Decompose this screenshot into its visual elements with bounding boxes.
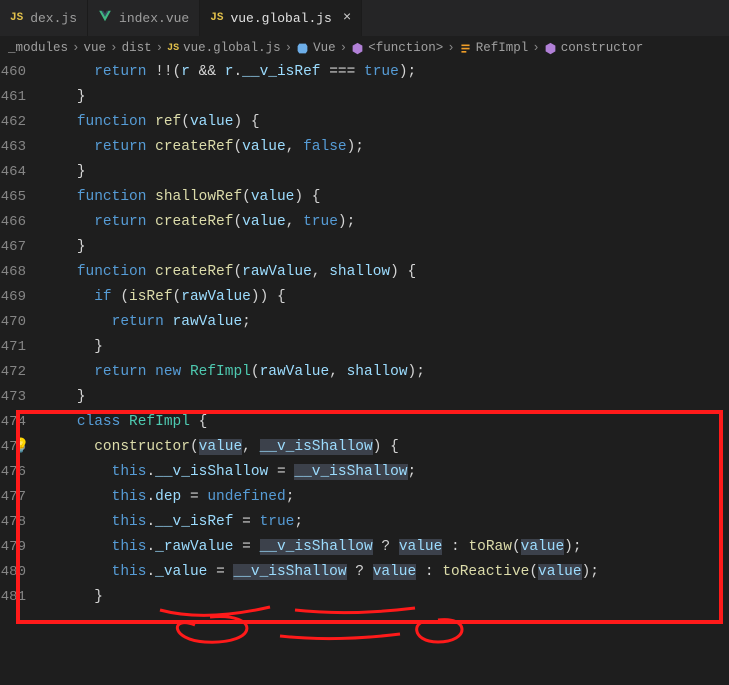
- chevron-right-icon: ›: [156, 41, 164, 55]
- line-numbers: 4604614624634644654664674684694704714724…: [0, 60, 42, 625]
- lightbulb-icon[interactable]: 💡: [12, 438, 29, 455]
- code-editor[interactable]: 4604614624634644654664674684694704714724…: [0, 60, 729, 625]
- tab-dex-js[interactable]: JS dex.js: [0, 0, 88, 36]
- breadcrumb-part[interactable]: RefImpl: [476, 41, 529, 55]
- variable-icon: [296, 42, 309, 55]
- tab-label: dex.js: [30, 11, 77, 26]
- breadcrumb-part[interactable]: <function>: [368, 41, 443, 55]
- tab-label: vue.global.js: [230, 11, 331, 26]
- js-icon: JS: [210, 12, 223, 24]
- breadcrumb-part[interactable]: Vue: [313, 41, 336, 55]
- tab-index-vue[interactable]: index.vue: [88, 0, 200, 36]
- code-content[interactable]: return !!(r && r.__v_isRef === true); } …: [42, 60, 729, 625]
- vue-icon: [98, 9, 112, 27]
- chevron-right-icon: ›: [340, 41, 348, 55]
- tab-label: index.vue: [119, 11, 189, 26]
- class-icon: [459, 42, 472, 55]
- method-icon: [544, 42, 557, 55]
- chevron-right-icon: ›: [532, 41, 540, 55]
- chevron-right-icon: ›: [72, 41, 80, 55]
- breadcrumb-part[interactable]: vue.global.js: [183, 41, 281, 55]
- breadcrumb[interactable]: _modules › vue › dist › JS vue.global.js…: [0, 36, 729, 60]
- editor-tabs: JS dex.js index.vue JS vue.global.js ×: [0, 0, 729, 36]
- js-icon: JS: [167, 43, 179, 54]
- close-icon[interactable]: ×: [343, 10, 351, 26]
- js-icon: JS: [10, 12, 23, 24]
- breadcrumb-part[interactable]: constructor: [561, 41, 644, 55]
- breadcrumb-part[interactable]: vue: [84, 41, 107, 55]
- chevron-right-icon: ›: [285, 41, 293, 55]
- tab-vue-global-js[interactable]: JS vue.global.js ×: [200, 0, 362, 36]
- breadcrumb-part[interactable]: _modules: [8, 41, 68, 55]
- chevron-right-icon: ›: [447, 41, 455, 55]
- method-icon: [351, 42, 364, 55]
- chevron-right-icon: ›: [110, 41, 118, 55]
- breadcrumb-part[interactable]: dist: [122, 41, 152, 55]
